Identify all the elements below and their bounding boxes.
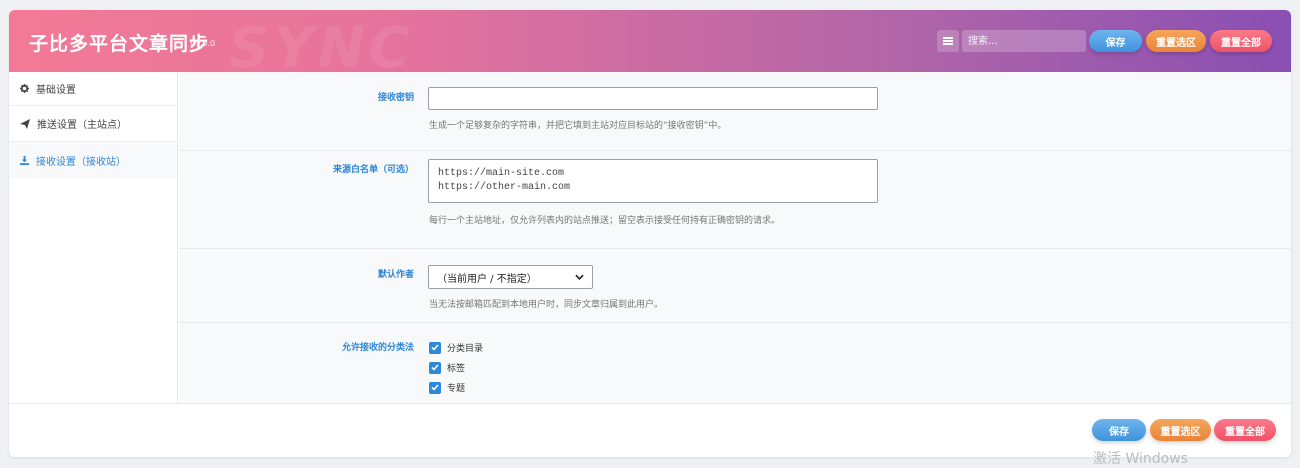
footer-save-button[interactable]: 保存 — [1092, 419, 1146, 441]
taxonomies-label: 允许接收的分类法 — [341, 343, 414, 353]
whitelist-textarea[interactable]: https://main-site.com https://other-main… — [428, 159, 878, 203]
author-select-value: （当前用户 / 不指定） — [437, 273, 537, 285]
setting-row-secret: 接收密钥 生成一个足够复杂的字符串，并把它填到主站对应目标站的“接收密钥”中。 — [179, 72, 1291, 151]
sidebar: 基础设置 推送设置（主站点） 接收设置（接收站） — [9, 72, 178, 403]
setting-row-author: 默认作者 （当前用户 / 不指定） 当无法按邮箱匹配到本地用户时，同步文章归属到… — [179, 249, 1291, 323]
checkbox-checked-icon[interactable] — [429, 381, 441, 394]
footer-reset-all-button[interactable]: 重置全部 — [1214, 419, 1276, 441]
sidebar-item-push[interactable]: 推送设置（主站点） — [9, 106, 177, 142]
author-select[interactable]: （当前用户 / 不指定） — [428, 265, 593, 289]
secret-description: 生成一个足够复杂的字符串，并把它填到主站对应目标站的“接收密钥”中。 — [429, 121, 727, 131]
save-button[interactable]: 保存 — [1089, 30, 1142, 52]
sidebar-item-label: 推送设置（主站点） — [37, 120, 127, 131]
author-description: 当无法按邮箱匹配到本地用户时，同步文章归属到此用户。 — [429, 300, 664, 310]
taxonomy-option-tag[interactable]: 标签 — [429, 361, 465, 374]
author-label: 默认作者 — [377, 270, 414, 280]
settings-panel: 接收密钥 生成一个足够复杂的字符串，并把它填到主站对应目标站的“接收密钥”中。 … — [179, 72, 1291, 403]
version-label: v1.0.0 — [190, 39, 216, 48]
app-window: SYNC 子比多平台文章同步 v1.0.0 保存 重置选区 重置全部 基础设置 … — [9, 10, 1291, 457]
setting-row-whitelist: 来源白名单（可选） https://main-site.com https://… — [179, 151, 1291, 249]
checkbox-label: 标签 — [447, 364, 466, 374]
sidebar-item-label: 基础设置 — [36, 85, 76, 96]
checkbox-checked-icon[interactable] — [429, 341, 441, 354]
sidebar-item-label: 接收设置（接收站） — [36, 156, 126, 168]
whitelist-description: 每行一个主站地址，仅允许列表内的站点推送；留空表示接受任何持有正确密钥的请求。 — [429, 216, 781, 226]
taxonomy-option-topic[interactable]: 专题 — [429, 381, 465, 394]
chevron-down-icon — [575, 274, 584, 280]
reset-all-button[interactable]: 重置全部 — [1210, 30, 1272, 52]
activation-watermark: 激活 Windows — [1093, 451, 1188, 467]
sidebar-item-basic[interactable]: 基础设置 — [9, 72, 177, 106]
header-bar: SYNC 子比多平台文章同步 v1.0.0 保存 重置选区 重置全部 — [9, 10, 1291, 72]
secret-input[interactable] — [428, 87, 878, 110]
reset-section-button[interactable]: 重置选区 — [1146, 30, 1206, 52]
taxonomy-option-category[interactable]: 分类目录 — [429, 341, 483, 354]
menu-icon[interactable] — [937, 30, 959, 52]
paper-plane-icon — [20, 118, 30, 129]
whitelist-label: 来源白名单（可选） — [332, 165, 414, 175]
header-decoration: SYNC — [229, 16, 414, 72]
gear-icon — [20, 84, 29, 93]
sidebar-item-receive[interactable]: 接收设置（接收站） — [9, 142, 177, 178]
footer-reset-section-button[interactable]: 重置选区 — [1150, 419, 1211, 441]
checkbox-checked-icon[interactable] — [429, 361, 441, 374]
checkbox-label: 专题 — [447, 384, 466, 394]
page-title: 子比多平台文章同步 — [29, 33, 210, 55]
setting-row-taxonomies: 允许接收的分类法 分类目录 标签 专题 — [179, 323, 1291, 403]
download-icon — [20, 155, 29, 165]
checkbox-label: 分类目录 — [447, 344, 484, 354]
secret-label: 接收密钥 — [377, 93, 414, 103]
search-input[interactable] — [962, 30, 1086, 52]
